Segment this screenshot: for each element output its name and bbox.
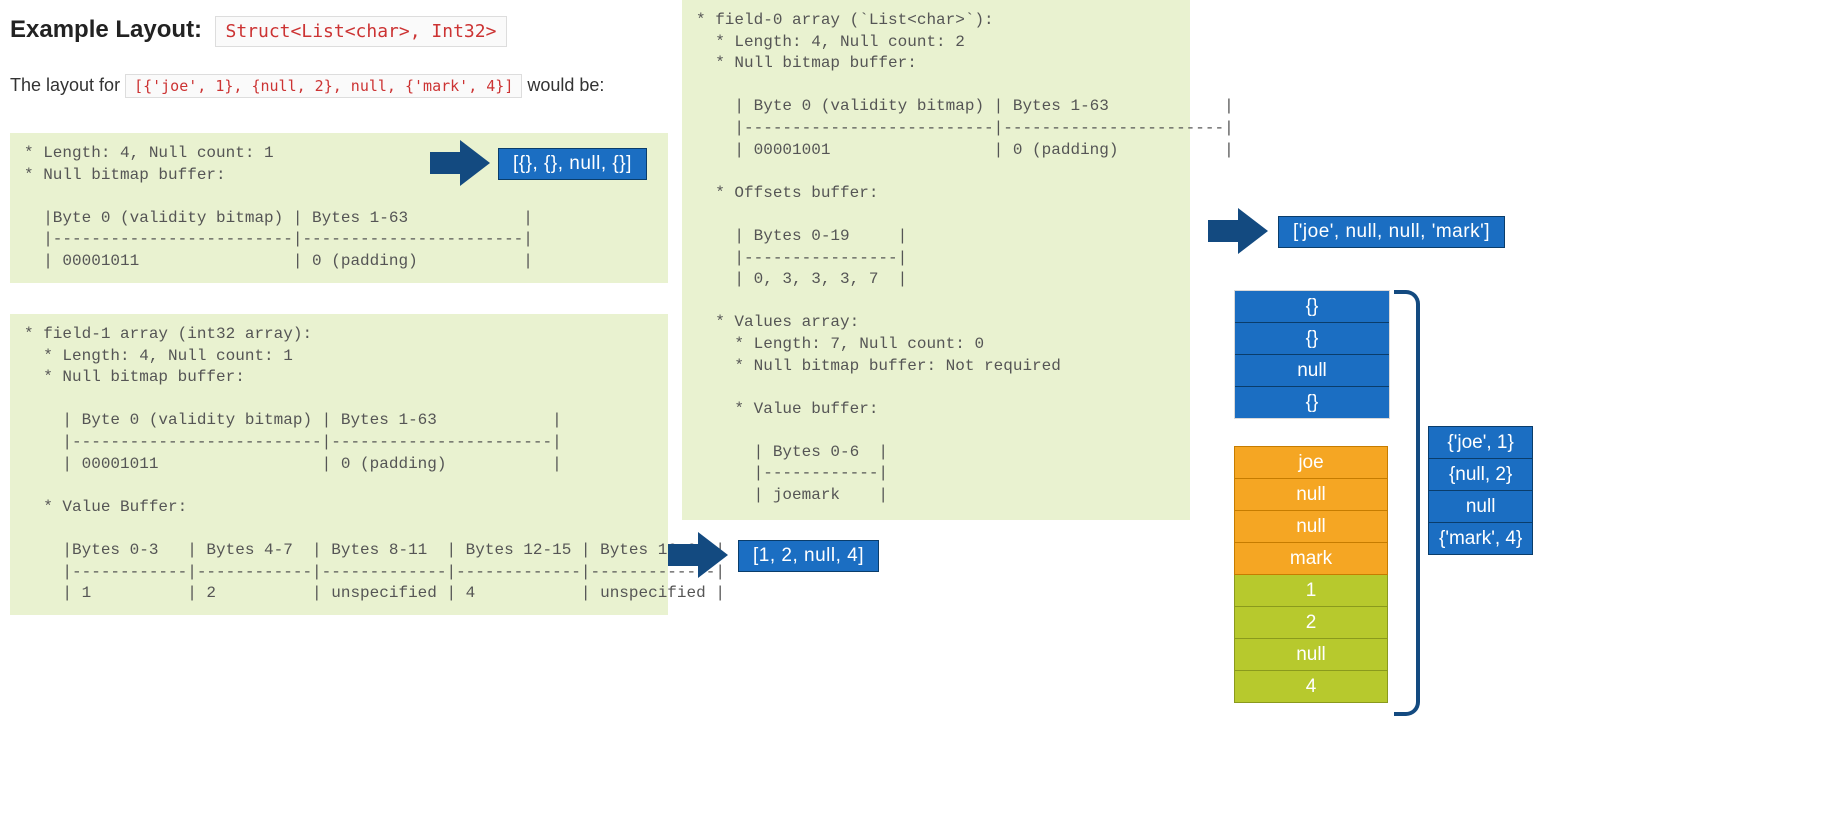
struct-type-tag: Struct<List<char>, Int32> bbox=[215, 16, 508, 47]
result-cell: {null, 2} bbox=[1428, 458, 1533, 491]
intro-right: would be: bbox=[527, 75, 604, 95]
struct-slot-cell: null bbox=[1235, 355, 1389, 387]
struct-slot-cell: {} bbox=[1235, 291, 1389, 323]
field1-layout-block: * field-1 array (int32 array): * Length:… bbox=[10, 314, 668, 615]
list-slot-cell: joe bbox=[1235, 447, 1387, 479]
struct-slot-cell: {} bbox=[1235, 387, 1389, 418]
arrow-icon bbox=[668, 532, 728, 578]
field0-callout: ['joe', null, null, 'mark'] bbox=[1278, 216, 1505, 248]
int-slot-cell: null bbox=[1235, 639, 1387, 671]
result-stack: {'joe', 1} {null, 2} null {'mark', 4} bbox=[1428, 426, 1533, 554]
int-slot-cell: 4 bbox=[1235, 671, 1387, 702]
int-values-stack: 1 2 null 4 bbox=[1234, 575, 1388, 703]
field0-layout-block: * field-0 array (`List<char>`): * Length… bbox=[682, 0, 1190, 520]
title-label: Example Layout: bbox=[10, 16, 202, 43]
struct-slot-cell: {} bbox=[1235, 323, 1389, 355]
int-slot-cell: 1 bbox=[1235, 575, 1387, 607]
example-data-tag: [{'joe', 1}, {null, 2}, null, {'mark', 4… bbox=[125, 74, 522, 98]
result-cell: {'mark', 4} bbox=[1428, 522, 1533, 555]
page-title: Example Layout: Struct<List<char>, Int32… bbox=[10, 16, 507, 47]
list-slot-cell: mark bbox=[1235, 543, 1387, 574]
result-cell: {'joe', 1} bbox=[1428, 426, 1533, 459]
list-slot-cell: null bbox=[1235, 511, 1387, 543]
struct-slots-stack: {} {} null {} bbox=[1234, 290, 1390, 419]
list-values-stack: joe null null mark bbox=[1234, 446, 1388, 575]
result-cell: null bbox=[1428, 490, 1533, 523]
child-arrays-stack: joe null null mark 1 2 null 4 bbox=[1234, 446, 1388, 703]
brace-icon bbox=[1394, 290, 1420, 716]
struct-callout: [{}, {}, null, {}] bbox=[498, 148, 647, 180]
arrow-icon bbox=[1208, 208, 1268, 254]
field1-callout: [1, 2, null, 4] bbox=[738, 540, 879, 572]
intro-left: The layout for bbox=[10, 75, 125, 95]
int-slot-cell: 2 bbox=[1235, 607, 1387, 639]
arrow-icon bbox=[430, 140, 490, 186]
list-slot-cell: null bbox=[1235, 479, 1387, 511]
intro-line: The layout for [{'joe', 1}, {null, 2}, n… bbox=[10, 74, 604, 98]
